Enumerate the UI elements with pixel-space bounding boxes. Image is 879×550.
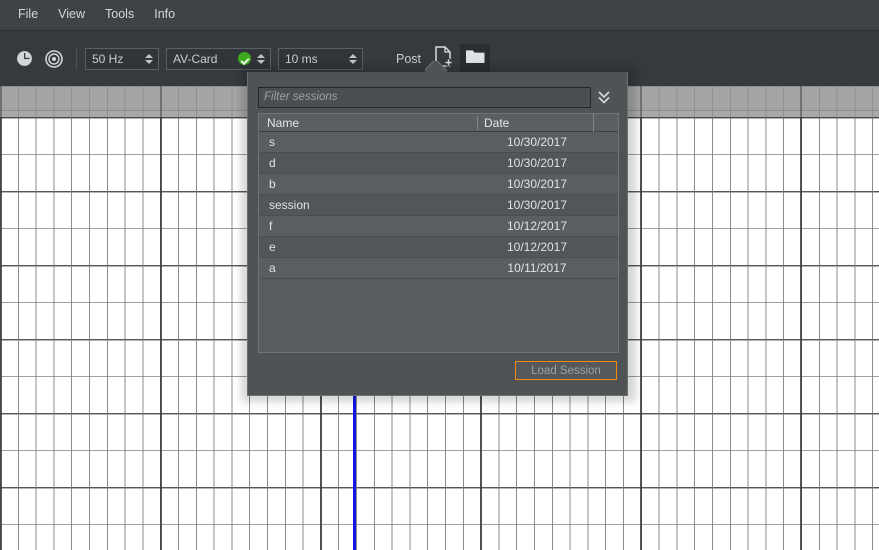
session-name: a [259,261,479,275]
session-row[interactable]: session10/30/2017 [259,195,618,216]
sample-rate-value: 50 Hz [86,52,129,66]
column-header-spacer [593,114,618,132]
post-label: Post [396,52,421,66]
green-check-icon [238,52,251,65]
record-target-icon[interactable] [40,45,68,73]
session-row[interactable]: s10/30/2017 [259,132,618,153]
menu-info[interactable]: Info [144,4,185,26]
load-session-popup: Name Date s10/30/2017d10/30/2017b10/30/2… [247,72,628,396]
session-list-empty-area [259,279,618,353]
session-name: session [259,198,479,212]
filter-row [258,86,619,108]
session-name: f [259,219,479,233]
session-date: 10/30/2017 [479,177,595,191]
column-header-date[interactable]: Date [477,116,593,130]
app-window: File View Tools Info 50 Hz [0,0,879,550]
popup-footer: Load Session [248,353,629,395]
device-value: AV-Card [167,52,223,66]
column-header-name[interactable]: Name [259,116,477,130]
menu-view[interactable]: View [48,4,95,26]
session-date: 10/30/2017 [479,156,595,170]
session-list-header: Name Date [259,114,618,132]
double-chevron-down-icon[interactable] [591,86,617,108]
session-rows: s10/30/2017d10/30/2017b10/30/2017session… [259,132,618,279]
menu-tools[interactable]: Tools [95,4,144,26]
session-date: 10/11/2017 [479,261,595,275]
session-name: e [259,240,479,254]
interval-value: 10 ms [279,52,324,66]
session-date: 10/30/2017 [479,198,595,212]
session-name: d [259,156,479,170]
menu-file[interactable]: File [8,4,48,26]
menu-bar: File View Tools Info [0,0,879,31]
sample-rate-spinner-icon[interactable] [142,49,156,69]
session-row[interactable]: e10/12/2017 [259,237,618,258]
session-date: 10/12/2017 [479,240,595,254]
filter-sessions-input[interactable] [258,87,591,108]
clock-icon[interactable] [10,45,38,73]
sample-rate-combobox[interactable]: 50 Hz [85,48,159,70]
load-session-button[interactable]: Load Session [515,361,617,380]
session-row[interactable]: a10/11/2017 [259,258,618,279]
session-list[interactable]: Name Date s10/30/2017d10/30/2017b10/30/2… [258,113,619,353]
session-name: s [259,135,479,149]
session-row[interactable]: b10/30/2017 [259,174,618,195]
session-row[interactable]: f10/12/2017 [259,216,618,237]
session-date: 10/12/2017 [479,219,595,233]
toolbar-separator-1 [76,48,77,70]
session-name: b [259,177,479,191]
session-row[interactable]: d10/30/2017 [259,153,618,174]
session-date: 10/30/2017 [479,135,595,149]
